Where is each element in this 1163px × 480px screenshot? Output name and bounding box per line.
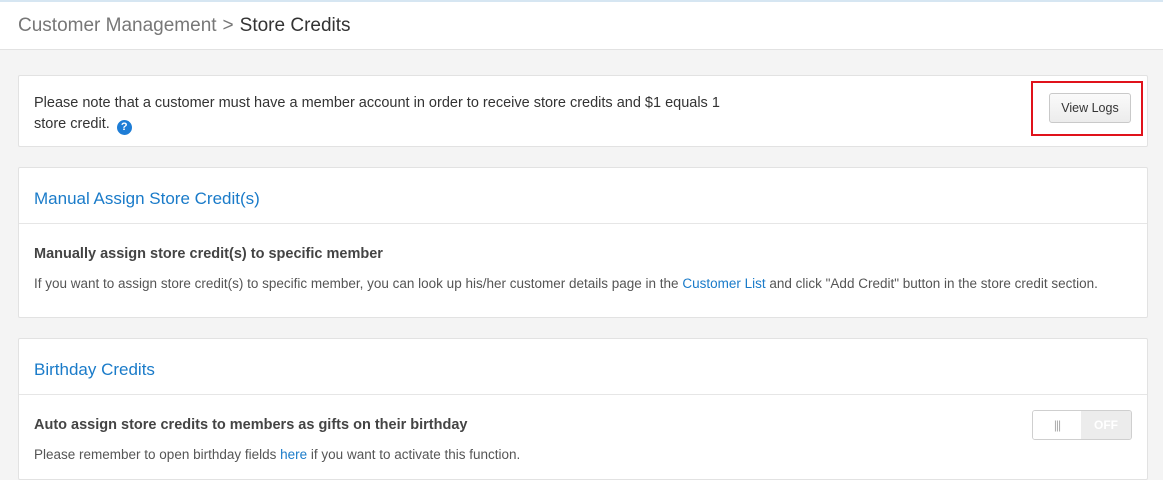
birthday-credits-heading: Auto assign store credits to members as … <box>34 417 468 433</box>
manual-assign-title: Manual Assign Store Credit(s) <box>34 189 260 208</box>
customer-list-link[interactable]: Customer List <box>682 276 765 291</box>
toggle-state-label: OFF <box>1081 411 1131 439</box>
birthday-credits-toggle[interactable]: ||| OFF <box>1032 410 1132 440</box>
manual-desc-after: and click "Add Credit" button in the sto… <box>765 276 1098 291</box>
manual-desc-before: If you want to assign store credit(s) to… <box>34 276 683 291</box>
birthday-desc-before: Please remember to open birthday fields <box>34 447 281 462</box>
breadcrumb: Customer Management > Store Credits <box>18 15 351 37</box>
breadcrumb-parent[interactable]: Customer Management <box>18 15 217 36</box>
page-header: Customer Management > Store Credits <box>0 2 1163 50</box>
info-note: Please note that a customer must have a … <box>34 93 754 135</box>
help-icon[interactable]: ? <box>116 120 132 135</box>
manual-assign-heading: Manually assign store credit(s) to speci… <box>34 246 383 262</box>
toggle-handle-icon: ||| <box>1033 411 1082 439</box>
info-note-card: Please note that a customer must have a … <box>18 75 1148 147</box>
view-logs-button[interactable]: View Logs <box>1049 93 1131 123</box>
manual-assign-description: If you want to assign store credit(s) to… <box>34 276 1098 291</box>
breadcrumb-current: Store Credits <box>239 15 351 36</box>
info-note-text: Please note that a customer must have a … <box>34 95 720 132</box>
birthday-credits-title: Birthday Credits <box>34 360 155 379</box>
birthday-credits-header: Birthday Credits <box>19 339 1147 395</box>
birthday-desc-after: if you want to activate this function. <box>307 447 521 462</box>
manual-assign-header: Manual Assign Store Credit(s) <box>19 168 1147 224</box>
birthday-credits-description: Please remember to open birthday fields … <box>34 447 520 462</box>
breadcrumb-separator: > <box>222 15 234 36</box>
manual-assign-card: Manual Assign Store Credit(s) Manually a… <box>18 167 1148 318</box>
birthday-fields-link[interactable]: here <box>280 447 307 462</box>
birthday-credits-card: Birthday Credits Auto assign store credi… <box>18 338 1148 480</box>
